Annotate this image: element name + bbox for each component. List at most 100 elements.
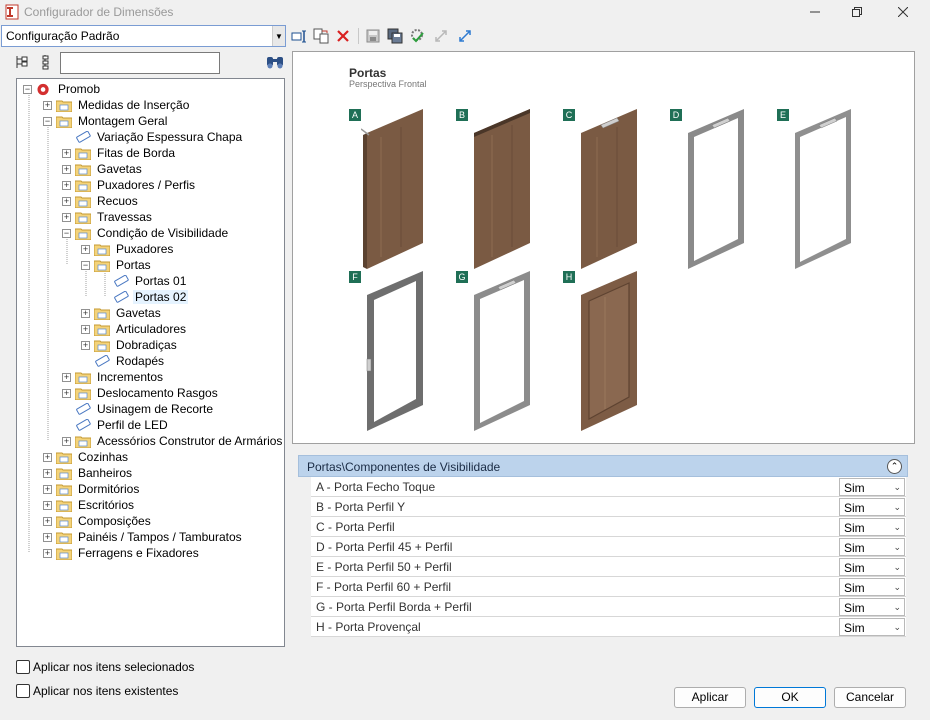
expand-toggle-icon[interactable]: +: [43, 516, 52, 526]
collapse-toggle-icon[interactable]: −: [23, 84, 32, 94]
tree-item-label: Cozinhas: [78, 450, 129, 464]
property-value-select[interactable]: Sim ⌄: [839, 518, 905, 536]
tree-item-condicao-visibilidade[interactable]: − Condição de Visibilidade: [62, 225, 230, 241]
property-value-select[interactable]: Sim ⌄: [839, 498, 905, 516]
property-value-select[interactable]: Sim ⌄: [839, 558, 905, 576]
chevron-down-icon[interactable]: ▼: [272, 26, 285, 46]
expand-toggle-icon[interactable]: +: [62, 164, 71, 174]
binoculars-icon[interactable]: [266, 54, 284, 70]
tree-item-acessorios-construtor[interactable]: + Acessórios Construtor de Armários: [62, 433, 284, 449]
folder-icon: [75, 164, 91, 176]
tree-item-paineis[interactable]: + Painéis / Tampos / Tamburatos: [43, 529, 244, 545]
expand-toggle-icon[interactable]: +: [62, 388, 71, 398]
property-row: G - Porta Perfil Borda + Perfil Sim ⌄: [311, 597, 906, 617]
property-value-select[interactable]: Sim ⌄: [839, 618, 905, 636]
expand-icon[interactable]: [456, 27, 474, 45]
expand-toggle-icon[interactable]: +: [62, 180, 71, 190]
expand-toggle-icon[interactable]: +: [62, 148, 71, 158]
tree-item-portas-02[interactable]: Portas 02: [100, 289, 189, 305]
apply-existing-checkbox[interactable]: [16, 684, 30, 698]
property-row: C - Porta Perfil Sim ⌄: [311, 517, 906, 537]
tree-item-puxadores-perfis[interactable]: + Puxadores / Perfis: [62, 177, 197, 193]
tree-item-dobradicas[interactable]: + Dobradiças: [81, 337, 179, 353]
tree-item-escritorios[interactable]: + Escritórios: [43, 497, 136, 513]
expand-toggle-icon[interactable]: +: [81, 340, 90, 350]
collapse-all-icon[interactable]: [38, 54, 54, 70]
folder-icon: [75, 436, 91, 448]
expand-toggle-icon[interactable]: +: [43, 500, 52, 510]
tree-item-label: Gavetas: [116, 306, 161, 320]
expand-toggle-icon[interactable]: +: [62, 372, 71, 382]
tree-item-gavetas-vis[interactable]: + Gavetas: [81, 305, 163, 321]
apply-selected-checkbox[interactable]: [16, 660, 30, 674]
tree-item-gavetas[interactable]: + Gavetas: [62, 161, 144, 177]
folder-icon: [94, 340, 110, 352]
property-value-select[interactable]: Sim ⌄: [839, 538, 905, 556]
chevron-down-icon: ⌄: [893, 582, 901, 592]
tree-item-montagem-geral[interactable]: − Montagem Geral: [43, 113, 169, 129]
tree-item-articuladores[interactable]: + Articuladores: [81, 321, 188, 337]
tree-item-variacao-espessura[interactable]: Variação Espessura Chapa: [62, 129, 244, 145]
tree-item-cozinhas[interactable]: + Cozinhas: [43, 449, 130, 465]
tree-item-label: Rodapés: [116, 354, 165, 368]
collapse-up-icon[interactable]: ⌃: [887, 459, 902, 474]
expand-toggle-icon[interactable]: +: [43, 548, 52, 558]
expand-toggle-icon[interactable]: +: [43, 100, 52, 110]
property-label: G - Porta Perfil Borda + Perfil: [316, 600, 472, 614]
ruler-tag-icon: [95, 354, 110, 367]
expand-toggle-icon[interactable]: +: [43, 484, 52, 494]
copy-config-icon[interactable]: [312, 27, 330, 45]
apply-button[interactable]: Aplicar: [674, 687, 746, 708]
tree-item-portas[interactable]: − Portas: [81, 257, 153, 273]
restore-icon[interactable]: [834, 0, 880, 24]
tree-item-incrementos[interactable]: + Incrementos: [62, 369, 165, 385]
expand-toggle-icon[interactable]: +: [81, 324, 90, 334]
expand-toggle-icon[interactable]: +: [43, 532, 52, 542]
tree-item-travessas[interactable]: + Travessas: [62, 209, 154, 225]
close-icon[interactable]: [880, 0, 926, 24]
expand-all-icon[interactable]: [14, 54, 30, 70]
tree-item-portas-01[interactable]: Portas 01: [100, 273, 188, 289]
tree-item-medidas-insercao[interactable]: + Medidas de Inserção: [43, 97, 191, 113]
tree-item-rodapes[interactable]: Rodapés: [81, 353, 166, 369]
minimize-icon[interactable]: [792, 0, 838, 24]
tree-item-label: Variação Espessura Chapa: [97, 130, 243, 144]
tree-search-input[interactable]: [60, 52, 220, 74]
expand-toggle-icon[interactable]: +: [43, 468, 52, 478]
tree-panel[interactable]: − Promob + Medidas de Inserção − Montage…: [16, 78, 285, 647]
property-value-select[interactable]: Sim ⌄: [839, 578, 905, 596]
configuration-select[interactable]: Configuração Padrão ▼: [1, 25, 286, 47]
tree-item-banheiros[interactable]: + Banheiros: [43, 465, 134, 481]
rename-icon[interactable]: [290, 27, 308, 45]
tree-item-fitas-borda[interactable]: + Fitas de Borda: [62, 145, 177, 161]
shrink-icon[interactable]: [432, 27, 450, 45]
save-all-icon[interactable]: [386, 27, 404, 45]
expand-toggle-icon[interactable]: +: [62, 436, 71, 446]
tree-item-recuos[interactable]: + Recuos: [62, 193, 140, 209]
tree-item-promob[interactable]: − Promob: [23, 81, 102, 97]
folder-icon: [94, 324, 110, 336]
tree-item-perfil-led[interactable]: Perfil de LED: [62, 417, 170, 433]
property-value-select[interactable]: Sim ⌄: [839, 478, 905, 496]
tree-item-deslocamento-rasgos[interactable]: + Deslocamento Rasgos: [62, 385, 220, 401]
tree-item-usinagem-recorte[interactable]: Usinagem de Recorte: [62, 401, 215, 417]
tree-item-dormitorios[interactable]: + Dormitórios: [43, 481, 141, 497]
ok-button[interactable]: OK: [754, 687, 826, 708]
collapse-toggle-icon[interactable]: −: [43, 116, 52, 126]
tree-item-composicoes[interactable]: + Composições: [43, 513, 153, 529]
expand-toggle-icon[interactable]: +: [62, 196, 71, 206]
apply-settings-icon[interactable]: [408, 27, 426, 45]
tree-item-puxadores[interactable]: + Puxadores: [81, 241, 175, 257]
tree-item-label: Dormitórios: [78, 482, 140, 496]
collapse-toggle-icon[interactable]: −: [81, 260, 90, 270]
save-icon[interactable]: [364, 27, 382, 45]
tree-item-ferragens[interactable]: + Ferragens e Fixadores: [43, 545, 201, 561]
collapse-toggle-icon[interactable]: −: [62, 228, 71, 238]
expand-toggle-icon[interactable]: +: [62, 212, 71, 222]
property-value-select[interactable]: Sim ⌄: [839, 598, 905, 616]
expand-toggle-icon[interactable]: +: [43, 452, 52, 462]
cancel-button[interactable]: Cancelar: [834, 687, 906, 708]
delete-icon[interactable]: [334, 27, 352, 45]
expand-toggle-icon[interactable]: +: [81, 308, 90, 318]
expand-toggle-icon[interactable]: +: [81, 244, 90, 254]
